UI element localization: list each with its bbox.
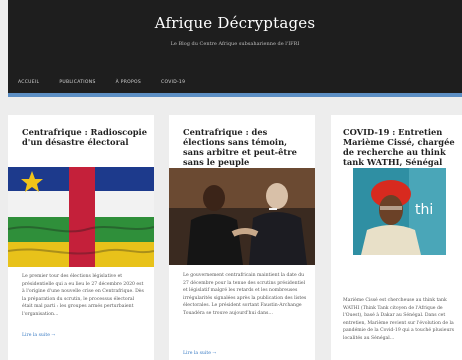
main-nav: ACCUEIL PUBLICATIONS À PROPOS COVID-19: [18, 80, 185, 85]
nav-item-covid[interactable]: COVID-19: [161, 80, 185, 85]
article-card-3: COVID-19 : Entretien Marième Cissé, char…: [331, 115, 462, 360]
site-title[interactable]: Afrique Décryptages: [8, 14, 462, 32]
article-title[interactable]: COVID-19 : Entretien Marième Cissé, char…: [343, 127, 456, 167]
nav-item-publications[interactable]: PUBLICATIONS: [59, 80, 95, 85]
article-image-portrait[interactable]: thi: [353, 168, 446, 255]
article-title[interactable]: Centrafrique : Radioscopie d'un désastre…: [22, 127, 148, 147]
article-image-handshake[interactable]: [169, 168, 315, 265]
read-more-link[interactable]: Lire la suite →: [22, 333, 55, 338]
header-accent-bar: [8, 93, 462, 97]
article-image-flag[interactable]: [8, 167, 154, 267]
article-excerpt: Marième Cissé est chercheuse au think ta…: [343, 298, 454, 341]
nav-item-a-propos[interactable]: À PROPOS: [116, 80, 141, 85]
article-card-1: Centrafrique : Radioscopie d'un désastre…: [8, 115, 154, 360]
read-more-link[interactable]: Lire la suite →: [183, 351, 216, 356]
article-excerpt: Le gouvernement centrafricain maintient …: [183, 273, 307, 316]
nav-item-accueil[interactable]: ACCUEIL: [18, 80, 39, 85]
article-title[interactable]: Centrafrique : des élections sans témoin…: [183, 127, 309, 167]
article-card-2: Centrafrique : des élections sans témoin…: [169, 115, 315, 360]
site-header: Afrique Décryptages Le Blog du Centre Af…: [8, 0, 462, 93]
site-tagline: Le Blog du Centre Afrique subsaharienne …: [170, 41, 300, 47]
article-excerpt: Le premier tour des élections législativ…: [22, 274, 144, 317]
wathi-logo-text: thi: [415, 202, 433, 218]
